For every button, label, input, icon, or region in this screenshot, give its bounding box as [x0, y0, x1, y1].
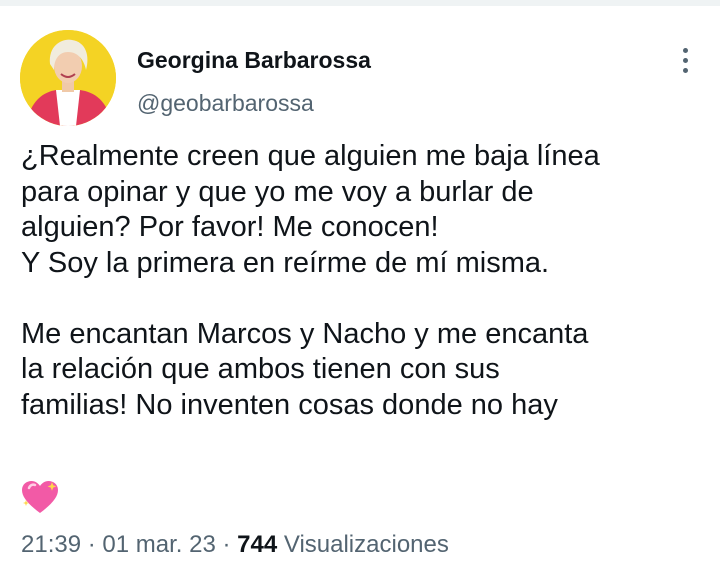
sparkling-heart-icon [20, 480, 60, 516]
meta-separator: · [87, 531, 96, 558]
tweet-text: ¿Realmente creen que alguien me baja lín… [21, 140, 600, 421]
more-dot [682, 57, 688, 63]
author-display-name[interactable]: Georgina Barbarossa [137, 47, 371, 74]
avatar-photo [20, 30, 116, 126]
views-label: Visualizaciones [283, 531, 449, 558]
tweet-meta: 21:39 · 01 mar. 23 · 744 Visualizaciones [21, 531, 449, 559]
tweet-card: Georgina Barbarossa @geobarbarossa ¿Real… [0, 6, 720, 582]
tweet-time[interactable]: 21:39 [21, 531, 81, 558]
meta-separator: · [222, 531, 231, 558]
author-handle[interactable]: @geobarbarossa [137, 90, 314, 117]
avatar[interactable] [20, 30, 116, 126]
more-dot [682, 47, 688, 53]
views-count: 744 [237, 531, 278, 558]
more-options-icon[interactable] [669, 42, 701, 78]
more-dot [682, 67, 688, 73]
tweet-date[interactable]: 01 mar. 23 [102, 531, 215, 558]
